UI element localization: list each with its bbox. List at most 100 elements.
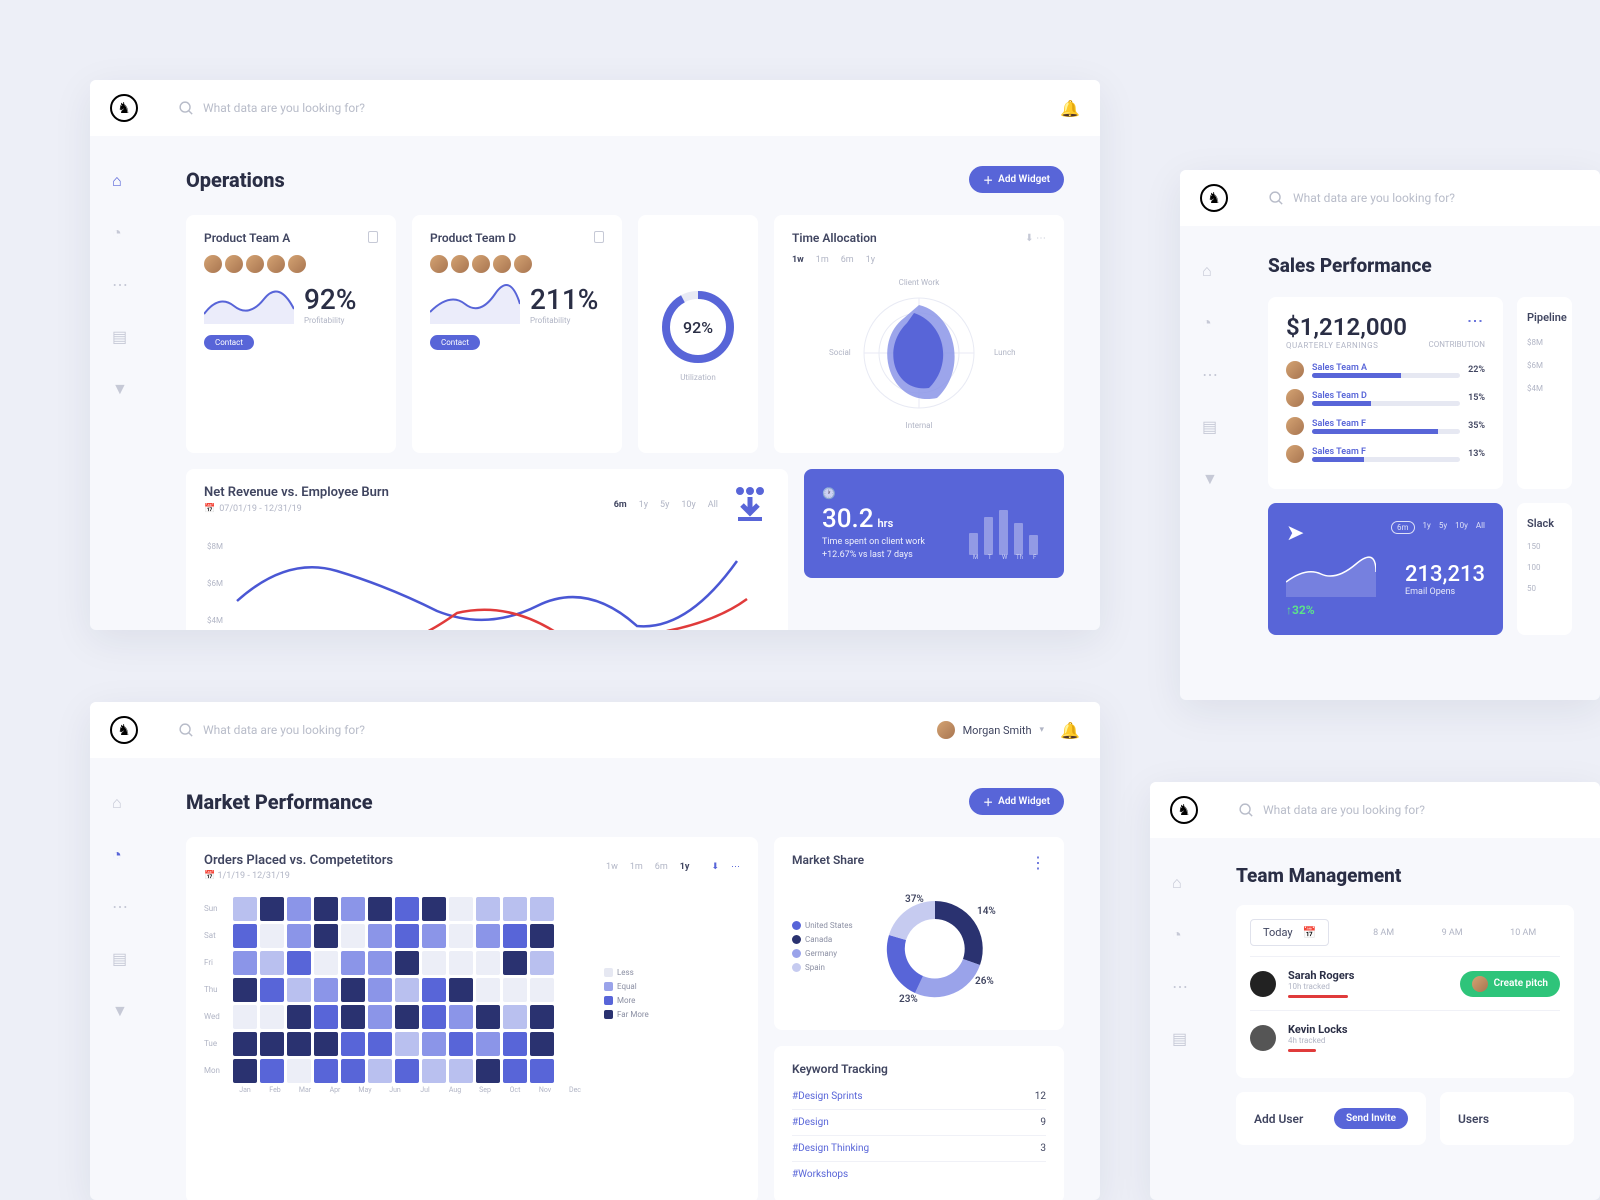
nav-chat-icon[interactable]: ▤ bbox=[1202, 417, 1218, 433]
heatmap-cell[interactable] bbox=[314, 924, 338, 948]
heatmap-cell[interactable] bbox=[341, 1005, 365, 1029]
heatmap-cell[interactable] bbox=[260, 978, 284, 1002]
nav-team-icon[interactable]: ⋯ bbox=[1202, 365, 1218, 381]
heatmap-cell[interactable] bbox=[449, 1059, 473, 1083]
heatmap-cell[interactable] bbox=[260, 1059, 284, 1083]
heatmap-cell[interactable] bbox=[233, 924, 257, 948]
heatmap-cell[interactable] bbox=[476, 1059, 500, 1083]
heatmap-cell[interactable] bbox=[260, 1032, 284, 1056]
more-icon[interactable]: ⋮ bbox=[1030, 853, 1046, 872]
bookmark-icon[interactable] bbox=[368, 231, 378, 243]
heatmap-cell[interactable] bbox=[503, 1005, 527, 1029]
heatmap-cell[interactable] bbox=[449, 1005, 473, 1029]
heatmap-cell[interactable] bbox=[233, 1005, 257, 1029]
date-picker[interactable]: Today📅 bbox=[1250, 919, 1329, 946]
team-card-d[interactable]: Product Team D 211%Profitability Contact bbox=[412, 215, 622, 453]
tf-1y[interactable]: 1y bbox=[866, 255, 875, 265]
heatmap-cell[interactable] bbox=[368, 1059, 392, 1083]
tf-1w[interactable]: 1w bbox=[792, 255, 804, 265]
heatmap-cell[interactable] bbox=[368, 1032, 392, 1056]
bookmark-icon[interactable] bbox=[594, 231, 604, 243]
tf-6m[interactable]: 6m bbox=[841, 255, 854, 265]
heatmap-cell[interactable] bbox=[341, 951, 365, 975]
heatmap-cell[interactable] bbox=[395, 978, 419, 1002]
nav-chat-icon[interactable]: ▤ bbox=[112, 327, 128, 343]
download-icon[interactable]: ⬇ bbox=[711, 862, 719, 872]
add-widget-button[interactable]: ＋ Add Widget bbox=[969, 166, 1064, 193]
download-icon[interactable]: ⬇ ⋯ bbox=[1025, 233, 1046, 244]
heatmap-cell[interactable] bbox=[503, 897, 527, 921]
nav-home-icon[interactable]: ⌂ bbox=[112, 793, 128, 809]
heatmap-cell[interactable] bbox=[287, 951, 311, 975]
heatmap-cell[interactable] bbox=[476, 1005, 500, 1029]
heatmap-cell[interactable] bbox=[341, 978, 365, 1002]
heatmap-cell[interactable] bbox=[422, 897, 446, 921]
heatmap-cell[interactable] bbox=[287, 1005, 311, 1029]
heatmap-cell[interactable] bbox=[530, 897, 554, 921]
nav-home-icon[interactable]: ⌂ bbox=[1172, 873, 1188, 889]
heatmap-cell[interactable] bbox=[368, 924, 392, 948]
heatmap-cell[interactable] bbox=[476, 1032, 500, 1056]
heatmap-cell[interactable] bbox=[341, 924, 365, 948]
heatmap-cell[interactable] bbox=[422, 1005, 446, 1029]
heatmap-cell[interactable] bbox=[476, 978, 500, 1002]
heatmap-cell[interactable] bbox=[314, 897, 338, 921]
heatmap-cell[interactable] bbox=[260, 1005, 284, 1029]
heatmap-cell[interactable] bbox=[449, 951, 473, 975]
contact-button[interactable]: Contact bbox=[430, 335, 480, 350]
send-invite-button[interactable]: Send Invite bbox=[1334, 1108, 1408, 1129]
heatmap-cell[interactable] bbox=[368, 1005, 392, 1029]
heatmap-cell[interactable] bbox=[422, 924, 446, 948]
heatmap-cell[interactable] bbox=[530, 951, 554, 975]
heatmap-cell[interactable] bbox=[530, 1005, 554, 1029]
contact-button[interactable]: Contact bbox=[204, 335, 254, 350]
heatmap-cell[interactable] bbox=[422, 951, 446, 975]
heatmap-cell[interactable] bbox=[503, 951, 527, 975]
download-arrow-icon[interactable] bbox=[730, 485, 770, 525]
nav-chart-icon[interactable]: ◔ bbox=[112, 845, 128, 861]
nav-filter-icon[interactable]: ▼ bbox=[1202, 469, 1218, 485]
heatmap-cell[interactable] bbox=[368, 951, 392, 975]
heatmap-cell[interactable] bbox=[395, 1059, 419, 1083]
heatmap-cell[interactable] bbox=[260, 924, 284, 948]
heatmap-cell[interactable] bbox=[476, 897, 500, 921]
heatmap-cell[interactable] bbox=[314, 1032, 338, 1056]
search-input[interactable]: What data are you looking for? bbox=[178, 722, 937, 739]
heatmap-cell[interactable] bbox=[368, 897, 392, 921]
heatmap-cell[interactable] bbox=[260, 897, 284, 921]
heatmap-cell[interactable] bbox=[314, 951, 338, 975]
heatmap-cell[interactable] bbox=[449, 897, 473, 921]
event-pill[interactable]: Create pitch bbox=[1460, 971, 1560, 997]
heatmap-cell[interactable] bbox=[341, 1032, 365, 1056]
tf-1m[interactable]: 1m bbox=[816, 255, 829, 265]
nav-team-icon[interactable]: ⋯ bbox=[1172, 977, 1188, 993]
heatmap-cell[interactable] bbox=[530, 978, 554, 1002]
bell-icon[interactable]: 🔔 bbox=[1060, 99, 1080, 118]
heatmap-cell[interactable] bbox=[287, 1032, 311, 1056]
heatmap-cell[interactable] bbox=[449, 924, 473, 948]
heatmap-cell[interactable] bbox=[395, 1005, 419, 1029]
heatmap-cell[interactable] bbox=[341, 897, 365, 921]
heatmap-cell[interactable] bbox=[422, 1032, 446, 1056]
bell-icon[interactable]: 🔔 bbox=[1060, 721, 1080, 740]
heatmap-cell[interactable] bbox=[341, 1059, 365, 1083]
heatmap-cell[interactable] bbox=[287, 1059, 311, 1083]
heatmap-cell[interactable] bbox=[395, 897, 419, 921]
nav-chat-icon[interactable]: ▤ bbox=[112, 949, 128, 965]
heatmap-cell[interactable] bbox=[314, 1005, 338, 1029]
heatmap-cell[interactable] bbox=[395, 951, 419, 975]
heatmap-cell[interactable] bbox=[422, 978, 446, 1002]
search-input[interactable]: What data are you looking for? bbox=[1268, 190, 1580, 207]
heatmap-cell[interactable] bbox=[233, 951, 257, 975]
nav-chart-icon[interactable]: ◔ bbox=[112, 223, 128, 239]
nav-home-icon[interactable]: ⌂ bbox=[112, 171, 128, 187]
heatmap-cell[interactable] bbox=[503, 1059, 527, 1083]
add-widget-button[interactable]: ＋ Add Widget bbox=[969, 788, 1064, 815]
search-input[interactable]: What data are you looking for? bbox=[1238, 802, 1580, 819]
user-menu[interactable]: Morgan Smith ▾ bbox=[937, 721, 1045, 739]
heatmap-cell[interactable] bbox=[449, 1032, 473, 1056]
heatmap-cell[interactable] bbox=[530, 1032, 554, 1056]
heatmap-cell[interactable] bbox=[449, 978, 473, 1002]
nav-chart-icon[interactable]: ◔ bbox=[1172, 925, 1188, 941]
heatmap-cell[interactable] bbox=[395, 924, 419, 948]
